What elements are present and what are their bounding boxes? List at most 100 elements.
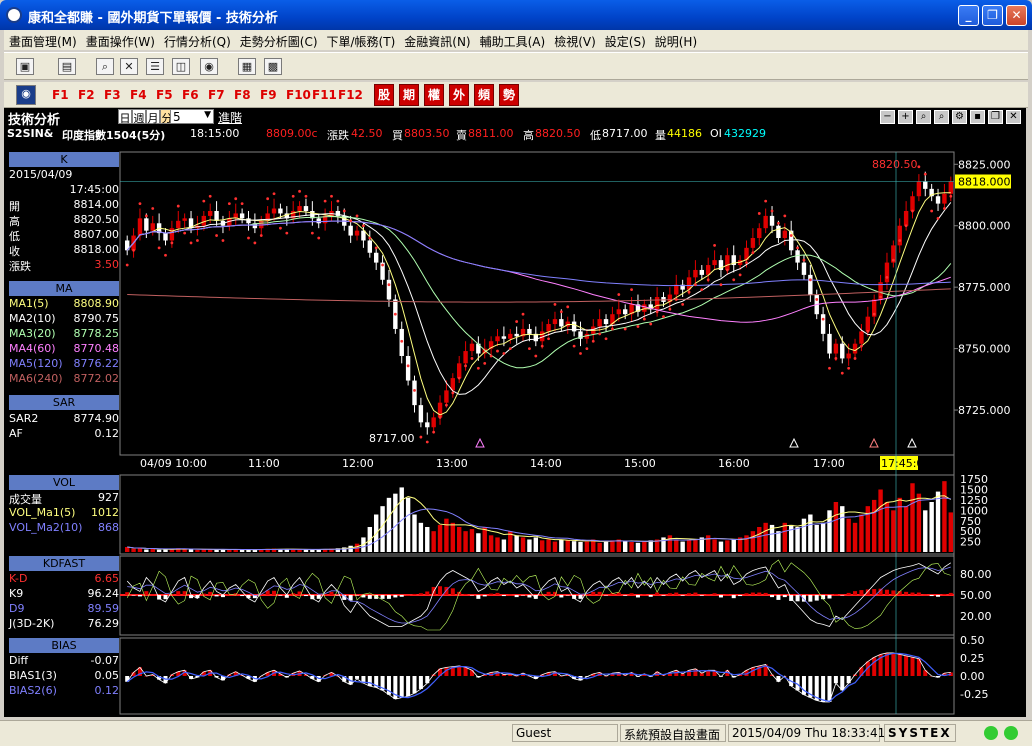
sar-dot-69 xyxy=(566,305,570,309)
magnify-minus-icon[interactable]: ⌕ xyxy=(916,110,931,124)
cards-icon[interactable]: ▦ xyxy=(238,58,256,75)
period-value-select[interactable]: 5 ▼ xyxy=(170,109,214,124)
advanced-button[interactable]: 進階 xyxy=(218,109,243,126)
kd-diff-bar-90 xyxy=(699,595,704,596)
sar-dot-52 xyxy=(457,376,461,380)
sar-dot-45 xyxy=(413,388,416,392)
quick-button-5[interactable]: 勢 xyxy=(499,84,519,106)
bias-bar-123 xyxy=(910,657,915,676)
sar-dot-12 xyxy=(202,199,206,203)
zoom-out-icon[interactable]: − xyxy=(880,110,895,124)
menu-item-0[interactable]: 畫面管理(M) xyxy=(4,30,81,50)
sar-dot-107 xyxy=(808,278,812,282)
sar-dot-76 xyxy=(611,327,614,331)
candle-body-100 xyxy=(763,215,768,229)
close-chart-icon[interactable]: ✕ xyxy=(1006,110,1021,124)
symbol-name: 印度指數1504(5分) xyxy=(62,129,166,142)
coin-icon[interactable]: ◉ xyxy=(200,58,218,75)
quick-button-0[interactable]: 股 xyxy=(374,84,394,106)
period-tab-1[interactable]: 週 xyxy=(132,109,146,125)
menu-bar: 畫面管理(M) 畫面操作(W) 行情分析(Q) 走勢分析圖(C) 下單/帳務(T) 金融資… xyxy=(4,30,1028,50)
technical-chart[interactable]: 8825.000 8800.000 8775.000 8750.000 8725.000… xyxy=(4,142,1026,717)
minimize-button[interactable]: _ xyxy=(958,5,979,26)
zoom-in-icon[interactable]: + xyxy=(898,110,913,124)
candle-body-38 xyxy=(367,240,373,253)
fkey-f1[interactable]: F1 xyxy=(52,88,69,102)
menu-item-9[interactable]: 說明(H) xyxy=(650,30,701,50)
fkey-f8[interactable]: F8 xyxy=(234,88,251,102)
kd-diff-bar-63 xyxy=(527,595,532,598)
fkey-f12[interactable]: F12 xyxy=(338,88,363,102)
restore-icon[interactable]: ❐ xyxy=(988,110,1003,124)
quick-button-4[interactable]: 頻 xyxy=(474,84,494,106)
sar-dot-94 xyxy=(725,268,729,272)
systex-logo-icon[interactable]: ◉ xyxy=(16,85,36,105)
fkey-f7[interactable]: F7 xyxy=(208,88,225,102)
menu-item-8[interactable]: 設定(S) xyxy=(600,30,650,50)
volume-bar-10 xyxy=(188,549,194,552)
chart-area[interactable]: K 2015/04/09 17:45:00 開 8814.00 高 8820.50 低 8807… xyxy=(4,142,1026,717)
sar-dot-104 xyxy=(789,234,793,237)
split-icon[interactable]: ◫ xyxy=(172,58,190,75)
status-layout: 系統預設自設畫面 xyxy=(620,724,726,742)
status-user: Guest xyxy=(512,724,618,742)
quick-button-1[interactable]: 期 xyxy=(399,84,419,106)
fkey-f6[interactable]: F6 xyxy=(182,88,199,102)
menu-item-4[interactable]: 下單/帳務(T) xyxy=(322,30,400,50)
maximize-button[interactable]: ❐ xyxy=(982,5,1003,26)
volume-bar-42 xyxy=(393,493,398,552)
fkey-f3[interactable]: F3 xyxy=(104,88,121,102)
settings-icon[interactable]: ⚙ xyxy=(952,110,967,124)
kd-diff-bar-112 xyxy=(840,595,845,596)
kd-diff-bar-127 xyxy=(936,595,941,597)
quick-button-2[interactable]: 權 xyxy=(424,84,444,106)
candle-body-119 xyxy=(884,262,890,283)
volume-bar-54 xyxy=(469,529,475,552)
kd-diff-bar-79 xyxy=(629,593,634,595)
volume-bar-2 xyxy=(137,548,143,552)
menu-item-3[interactable]: 走勢分析圖(C) xyxy=(235,30,322,50)
close-window-icon[interactable]: ✕ xyxy=(120,58,138,75)
bid-value: 8803.50 xyxy=(404,127,450,140)
fkey-f2[interactable]: F2 xyxy=(78,88,95,102)
image-icon[interactable]: ▩ xyxy=(264,58,282,75)
kd-diff-bar-125 xyxy=(923,594,928,596)
bias-bar-44 xyxy=(406,676,411,697)
volume-bar-26 xyxy=(290,549,296,552)
candle-body-46 xyxy=(418,405,424,423)
monitor-icon[interactable]: ▤ xyxy=(58,58,76,75)
magnify-plus-icon[interactable]: ⌕ xyxy=(934,110,949,124)
volume-bar-82 xyxy=(648,540,653,552)
kd-diff-bar-51 xyxy=(450,588,455,595)
fkey-f9[interactable]: F9 xyxy=(260,88,277,102)
fkey-f10[interactable]: F10 xyxy=(286,88,311,102)
volume-bar-15 xyxy=(220,549,226,552)
quick-button-3[interactable]: 外 xyxy=(449,84,469,106)
period-tab-0[interactable]: 日 xyxy=(118,109,132,125)
fkey-f5[interactable]: F5 xyxy=(156,88,173,102)
search-icon[interactable]: ⌕ xyxy=(96,58,114,75)
menu-item-1[interactable]: 畫面操作(W) xyxy=(81,30,159,50)
sar-dot-62 xyxy=(521,312,525,316)
sar-dot-61 xyxy=(515,320,519,323)
menu-item-7[interactable]: 檢視(V) xyxy=(549,30,600,50)
kd-diff-bar-77 xyxy=(616,592,621,595)
volume-bar-80 xyxy=(635,542,641,552)
kd-diff-bar-92 xyxy=(712,593,717,595)
sar-dot-40 xyxy=(381,263,384,267)
sar-dot-115 xyxy=(860,344,863,348)
volume-bar-115 xyxy=(859,514,864,552)
menu-item-2[interactable]: 行情分析(Q) xyxy=(159,30,235,50)
fkey-f11[interactable]: F11 xyxy=(312,88,337,102)
fkey-f4[interactable]: F4 xyxy=(130,88,147,102)
close-button[interactable]: ✕ xyxy=(1006,5,1027,26)
menu-item-6[interactable]: 輔助工具(A) xyxy=(475,30,550,50)
server-status-icon xyxy=(1004,726,1018,740)
sar-dot-114 xyxy=(853,357,857,360)
menu-item-5[interactable]: 金融資訊(N) xyxy=(399,30,474,50)
save-icon[interactable]: ▪ xyxy=(970,110,985,124)
kd-diff-bar-73 xyxy=(591,591,596,595)
window-icon[interactable]: ▣ xyxy=(16,58,34,75)
layout-icon[interactable]: ☰ xyxy=(146,58,164,75)
period-tab-2[interactable]: 月 xyxy=(146,109,160,125)
